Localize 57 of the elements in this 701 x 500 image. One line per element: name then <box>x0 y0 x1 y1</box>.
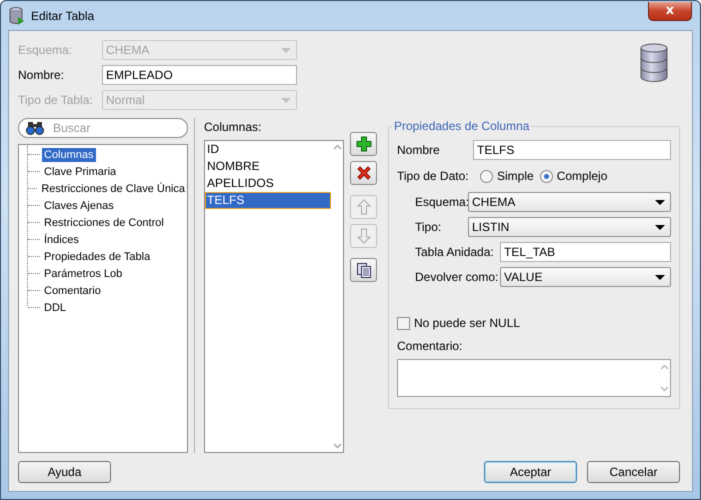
field-label: Nombre: <box>18 68 66 82</box>
tree-item[interactable]: Restricciones de Control <box>42 216 166 230</box>
radio-button[interactable]: Complejo <box>540 169 608 183</box>
checkbox[interactable]: No puede ser NULL <box>397 316 520 330</box>
tree-item[interactable]: Índices <box>42 232 81 246</box>
field-label: Tipo: <box>415 220 442 234</box>
text-field[interactable]: EMPLEADO <box>102 65 297 85</box>
down-arrow-icon <box>356 228 370 244</box>
text-field[interactable]: TEL_TAB <box>500 242 671 262</box>
field-label: Devolver como: <box>415 270 500 284</box>
database-app-icon <box>9 6 25 24</box>
group-title: Propiedades de Columna <box>392 119 532 133</box>
ok-button[interactable]: Aceptar <box>484 461 577 483</box>
database-icon <box>640 43 668 83</box>
up-arrow-icon <box>356 199 370 215</box>
field-label: Esquema: <box>415 195 468 209</box>
field-label: Tipo de Tabla: <box>18 93 94 107</box>
help-button[interactable]: Ayuda <box>18 461 111 483</box>
dropdown[interactable]: LISTIN <box>468 217 671 237</box>
tree-item[interactable]: Clave Primaria <box>42 164 118 178</box>
comment-field[interactable] <box>397 359 671 397</box>
field-label: Esquema: <box>18 43 74 57</box>
scroll-up-icon[interactable] <box>660 364 668 370</box>
scroll-up-icon[interactable] <box>332 144 342 150</box>
delete-button[interactable] <box>350 161 377 185</box>
tree-item[interactable]: Restricciones de Clave Única <box>39 182 187 196</box>
plus-icon <box>356 136 372 152</box>
text-field[interactable]: TELFS <box>473 140 671 160</box>
list-item[interactable]: TELFS <box>205 192 331 209</box>
search-field[interactable]: Buscar <box>18 118 188 138</box>
add-button[interactable] <box>350 132 377 156</box>
cross-icon <box>356 165 372 181</box>
field-label: Tabla Anidada: <box>415 245 495 259</box>
radio-button[interactable]: Simple <box>480 169 534 183</box>
tree-item[interactable]: Propiedades de Tabla <box>42 250 152 264</box>
dropdown[interactable]: CHEMA <box>468 192 671 212</box>
field-label: Comentario: <box>397 339 462 353</box>
close-button[interactable]: x <box>648 2 692 20</box>
scroll-down-icon[interactable] <box>332 443 342 449</box>
binoculars-icon <box>26 121 44 135</box>
tree-item[interactable]: Parámetros Lob <box>42 266 124 280</box>
tree-item[interactable]: Columnas <box>42 148 96 162</box>
cancel-button[interactable]: Cancelar <box>587 461 680 483</box>
list-item[interactable]: APELLIDOS <box>205 175 331 192</box>
columns-label: Columnas: <box>204 120 262 134</box>
field-label: Nombre <box>397 143 441 157</box>
list-item[interactable]: NOMBRE <box>205 158 331 175</box>
field-label: Tipo de Dato: <box>397 169 470 183</box>
window-title: Editar Tabla <box>31 8 96 22</box>
scroll-down-icon[interactable] <box>660 386 668 392</box>
tree-item[interactable]: DDL <box>42 300 68 314</box>
dropdown[interactable]: VALUE <box>500 267 671 287</box>
copy-icon <box>356 262 372 278</box>
copy-button[interactable] <box>350 258 377 282</box>
list-item[interactable]: ID <box>205 141 331 158</box>
tree-item[interactable]: Claves Ajenas <box>42 198 116 212</box>
tree-item[interactable]: Comentario <box>42 284 103 298</box>
